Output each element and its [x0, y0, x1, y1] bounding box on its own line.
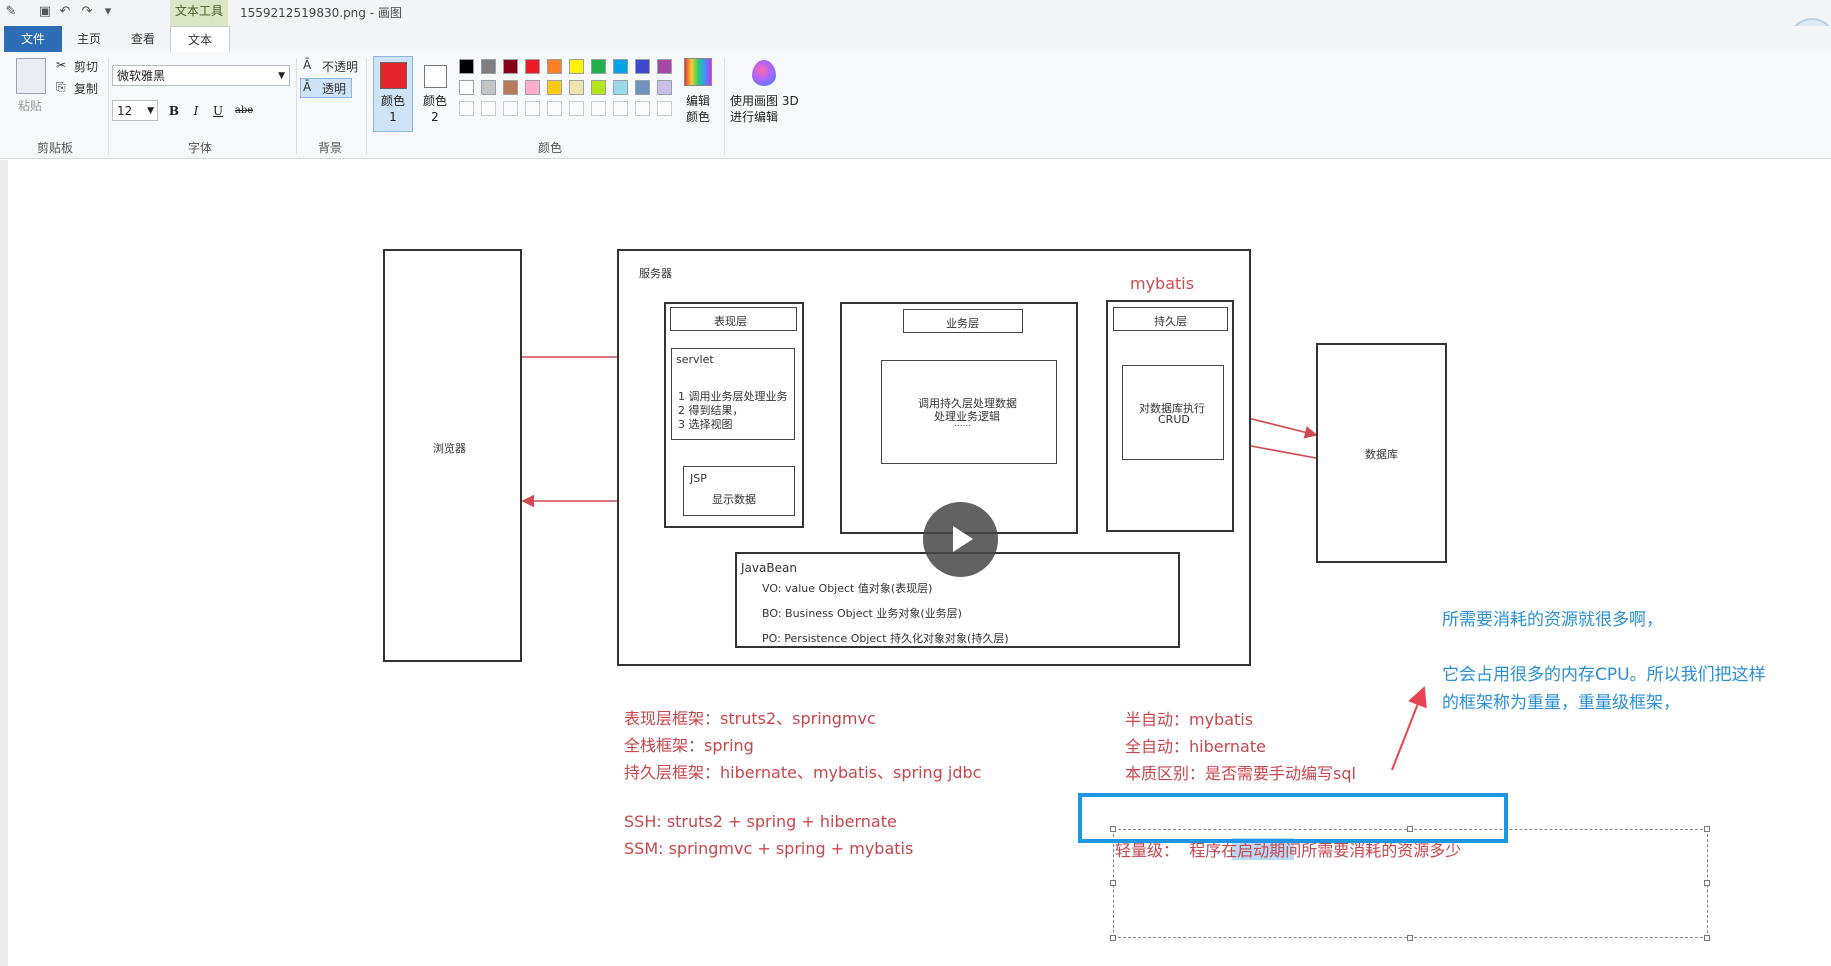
jsp-title: JSP: [690, 472, 707, 485]
editing-text-label: 轻量级：: [1115, 841, 1180, 860]
video-play-button[interactable]: [923, 502, 998, 577]
annotation-line-3: 的框架称为重量，重量级框架，: [1442, 693, 1680, 713]
javabean-item-po: PO: Persistence Object 持久化对象对象(持久层): [762, 632, 1009, 645]
note-persistence-frameworks: 持久层框架：hibernate、mybatis、spring jdbc: [624, 763, 982, 782]
mybatis-label: mybatis: [1130, 274, 1195, 293]
annotation-line-2: 它会占用很多的内存CPU。所以我们把这样: [1442, 665, 1766, 685]
resize-handle[interactable]: [1407, 935, 1413, 941]
business-desc-3: ......: [954, 419, 972, 429]
database-label: 数据库: [1365, 448, 1398, 461]
presentation-layer-label: 表现层: [714, 315, 747, 328]
javabean-item-vo: VO: value Object 值对象(表现层): [762, 582, 933, 595]
note-essential-difference: 本质区别：是否需要手动编写sql: [1125, 764, 1356, 783]
annotation-arrow: [1391, 686, 1427, 771]
annotation-line-1: 所需要消耗的资源就很多啊，: [1442, 610, 1663, 630]
resize-handle[interactable]: [1110, 935, 1116, 941]
editing-text-before: 程序在: [1189, 841, 1238, 860]
resize-handle[interactable]: [1704, 826, 1710, 832]
persistence-desc-2: CRUD: [1158, 413, 1190, 426]
resize-handle[interactable]: [1110, 880, 1116, 886]
note-fullstack-framework: 全栈框架：spring: [624, 736, 754, 755]
note-presentation-frameworks: 表现层框架：struts2、springmvc: [624, 709, 876, 728]
servlet-step-3: 3 选择视图: [678, 418, 733, 431]
resize-handle[interactable]: [1704, 880, 1710, 886]
server-label: 服务器: [639, 267, 672, 280]
persistence-layer-label: 持久层: [1154, 315, 1187, 328]
javabean-title: JavaBean: [741, 561, 797, 575]
editing-text-selected: 启动期间: [1237, 841, 1302, 860]
resize-handle[interactable]: [1704, 935, 1710, 941]
browser-label: 浏览器: [433, 442, 466, 455]
note-full-auto: 全自动：hibernate: [1125, 737, 1266, 756]
business-layer-label: 业务层: [946, 317, 979, 330]
highlight-frame: [1078, 793, 1508, 843]
editing-text-after: 所需要消耗的资源多少: [1301, 841, 1462, 860]
servlet-title: servlet: [676, 353, 714, 366]
note-semi-auto: 半自动：mybatis: [1125, 710, 1254, 729]
javabean-item-bo: BO: Business Object 业务对象(业务层): [762, 607, 962, 620]
note-ssh: SSH: struts2 + spring + hibernate: [624, 812, 897, 831]
note-ssm: SSM: springmvc + spring + mybatis: [624, 839, 914, 858]
jsp-description: 显示数据: [712, 493, 756, 506]
